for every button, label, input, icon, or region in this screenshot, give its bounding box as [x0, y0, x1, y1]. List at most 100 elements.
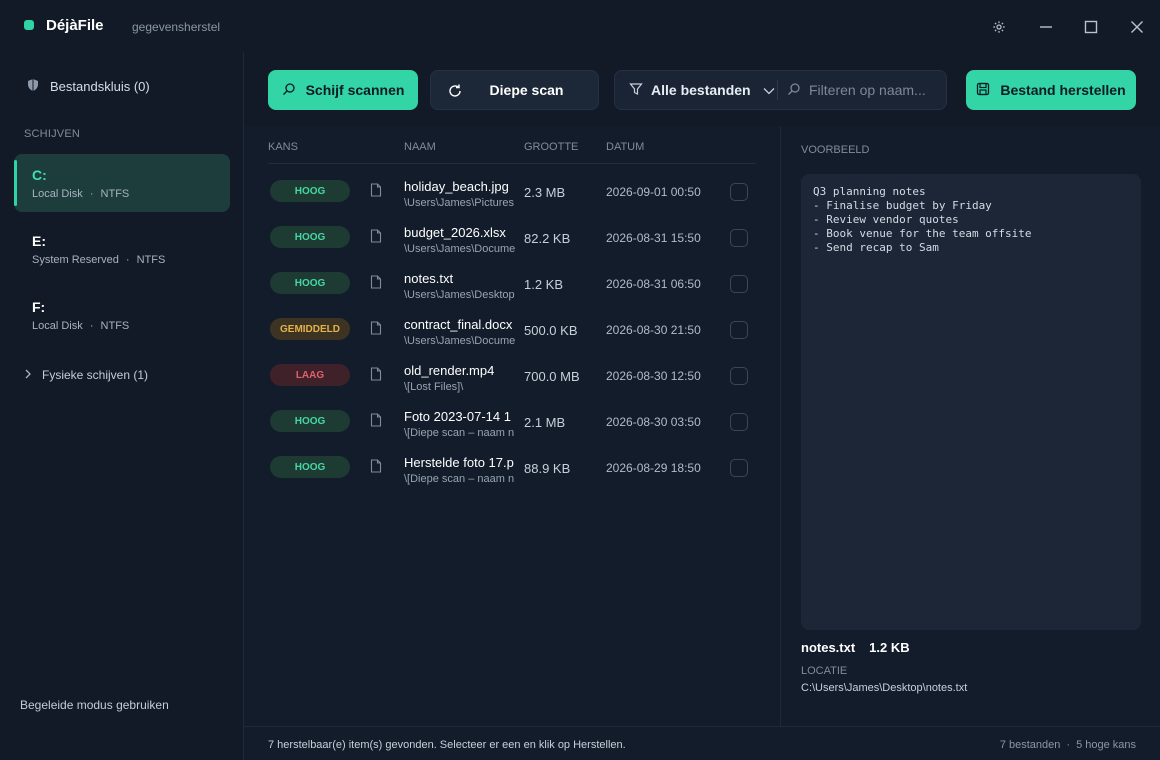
- table-row[interactable]: HOOG holiday_beach.jpg \Users\James\Pictur…: [268, 172, 756, 218]
- drive-filesystem: NTFS: [136, 254, 166, 266]
- preview-file-name: notes.txt: [801, 640, 856, 655]
- chance-badge: GEMIDDELD: [270, 318, 350, 340]
- drive-meta: System Reserved · NTFS: [32, 254, 230, 266]
- header-chance[interactable]: KANS: [268, 141, 298, 153]
- file-name: budget_2026.xlsx: [404, 225, 506, 240]
- vault-item[interactable]: Bestandskluis (0): [26, 78, 150, 95]
- search-icon: [282, 82, 296, 99]
- file-list: KANS NAAM GROOTTE DATUM HOOG holiday_beac…: [244, 126, 780, 726]
- app-name: DéjàFile: [46, 17, 104, 34]
- deep-scan-button[interactable]: Diepe scan: [430, 70, 599, 110]
- select-checkbox[interactable]: [730, 275, 748, 293]
- drive-name: Local Disk: [32, 320, 83, 332]
- scan-disk-label: Schijf scannen: [305, 82, 405, 98]
- file-type-label: Alle bestanden: [651, 82, 751, 98]
- chance-badge: HOOG: [270, 410, 350, 432]
- drive-item-f[interactable]: F: Local Disk · NTFS: [14, 286, 230, 344]
- chance-badge: LAAG: [270, 364, 350, 386]
- chevron-right-icon: [24, 368, 32, 382]
- recover-file-label: Bestand herstellen: [1000, 82, 1126, 98]
- file-icon: [370, 229, 382, 246]
- guided-mode-link[interactable]: Begeleide modus gebruiken: [20, 698, 169, 712]
- meta-separator: ·: [89, 188, 94, 200]
- table-row[interactable]: HOOG notes.txt \Users\James\Desktop 1.2 KB 2…: [268, 264, 756, 310]
- select-checkbox[interactable]: [730, 413, 748, 431]
- preview-line: - Send recap to Sam: [813, 241, 939, 254]
- file-date: 2026-08-29 18:50: [606, 461, 701, 475]
- filter-bar: Alle bestanden Filteren op naam...: [614, 70, 947, 110]
- table-header: KANS NAAM GROOTTE DATUM: [268, 126, 756, 164]
- filter-search-field[interactable]: Filteren op naam...: [787, 71, 926, 109]
- file-path: \[Lost Files]\: [404, 381, 464, 393]
- file-date: 2026-08-30 21:50: [606, 323, 701, 337]
- table-row[interactable]: HOOG Foto 2023-07-14 1 \[Diepe scan – naam…: [268, 402, 756, 448]
- app-logo-icon: [24, 20, 34, 30]
- chevron-down-icon: [763, 82, 775, 98]
- minimize-icon[interactable]: [1033, 14, 1059, 40]
- drive-item-e[interactable]: E: System Reserved · NTFS: [14, 220, 230, 278]
- file-size: 700.0 MB: [524, 369, 580, 384]
- status-bar: 7 herstelbaar(e) item(s) gevonden. Selec…: [244, 726, 1160, 760]
- drive-item-c[interactable]: C: Local Disk · NTFS: [14, 154, 230, 212]
- file-path: \Users\James\Desktop: [404, 289, 515, 301]
- header-name[interactable]: NAAM: [404, 141, 436, 153]
- app-subtitle: gegevensherstel: [132, 20, 221, 34]
- recover-file-button[interactable]: Bestand herstellen: [966, 70, 1136, 110]
- file-size: 82.2 KB: [524, 231, 571, 246]
- file-path: \Users\James\Documents: [404, 243, 516, 255]
- filter-divider: [777, 80, 778, 100]
- preview-line: - Review vendor quotes: [813, 213, 959, 226]
- header-date[interactable]: DATUM: [606, 141, 644, 153]
- file-icon: [370, 413, 382, 430]
- file-path: \Users\James\Documents: [404, 335, 516, 347]
- select-checkbox[interactable]: [730, 183, 748, 201]
- high-chance-count: 5 hoge kans: [1076, 739, 1136, 751]
- physical-drives-label: Fysieke schijven (1): [42, 368, 149, 382]
- file-icon: [370, 459, 382, 476]
- preview-line: - Book venue for the team offsite: [813, 227, 1032, 240]
- file-name: Foto 2023-07-14 1: [404, 409, 511, 424]
- preview-panel: VOORBEELD Q3 planning notes - Finalise b…: [780, 126, 1160, 726]
- file-size: 88.9 KB: [524, 461, 571, 476]
- preview-content: Q3 planning notes - Finalise budget by F…: [801, 174, 1141, 630]
- table-row[interactable]: LAAG old_render.mp4 \[Lost Files]\ 700.0 MB…: [268, 356, 756, 402]
- close-icon[interactable]: [1124, 14, 1150, 40]
- physical-drives-toggle[interactable]: Fysieke schijven (1): [24, 368, 148, 382]
- file-icon: [370, 367, 382, 384]
- chance-badge: HOOG: [270, 226, 350, 248]
- file-type-select[interactable]: Alle bestanden: [629, 71, 775, 109]
- select-checkbox[interactable]: [730, 321, 748, 339]
- drive-filesystem: NTFS: [100, 188, 130, 200]
- preview-label: VOORBEELD: [801, 144, 870, 156]
- select-checkbox[interactable]: [730, 367, 748, 385]
- drive-letter: F:: [32, 299, 46, 315]
- status-message: 7 herstelbaar(e) item(s) gevonden. Selec…: [268, 739, 626, 751]
- save-icon: [976, 82, 990, 99]
- status-counts: 7 bestanden · 5 hoge kans: [1000, 739, 1136, 751]
- select-checkbox[interactable]: [730, 459, 748, 477]
- select-checkbox[interactable]: [730, 229, 748, 247]
- file-date: 2026-08-30 12:50: [606, 369, 701, 383]
- file-icon: [370, 321, 382, 338]
- file-date: 2026-08-31 06:50: [606, 277, 701, 291]
- meta-separator: ·: [89, 320, 94, 332]
- gear-icon[interactable]: [986, 14, 1012, 40]
- drive-meta: Local Disk · NTFS: [32, 188, 230, 200]
- title-bar: DéjàFile gegevensherstel: [0, 0, 1160, 52]
- header-size[interactable]: GROOTTE: [524, 141, 578, 153]
- location-value: C:\Users\James\Desktop\notes.txt: [801, 682, 968, 694]
- scan-disk-button[interactable]: Schijf scannen: [268, 70, 418, 110]
- table-row[interactable]: HOOG Herstelde foto 17.p \[Diepe scan – na…: [268, 448, 756, 494]
- maximize-icon[interactable]: [1078, 14, 1104, 40]
- chance-badge: HOOG: [270, 272, 350, 294]
- table-row[interactable]: GEMIDDELD contract_final.docx \Users\James…: [268, 310, 756, 356]
- file-path: \Users\James\Pictures: [404, 197, 515, 209]
- drive-letter: C:: [32, 167, 47, 183]
- table-row[interactable]: HOOG budget_2026.xlsx \Users\James\Documen…: [268, 218, 756, 264]
- file-icon: [370, 275, 382, 292]
- sidebar: Bestandskluis (0) SCHIJVEN C: Local Disk…: [0, 52, 244, 760]
- file-date: 2026-09-01 00:50: [606, 185, 701, 199]
- preview-line: - Finalise budget by Friday: [813, 199, 992, 212]
- funnel-icon: [629, 82, 643, 99]
- preview-line: Q3 planning notes: [813, 185, 926, 198]
